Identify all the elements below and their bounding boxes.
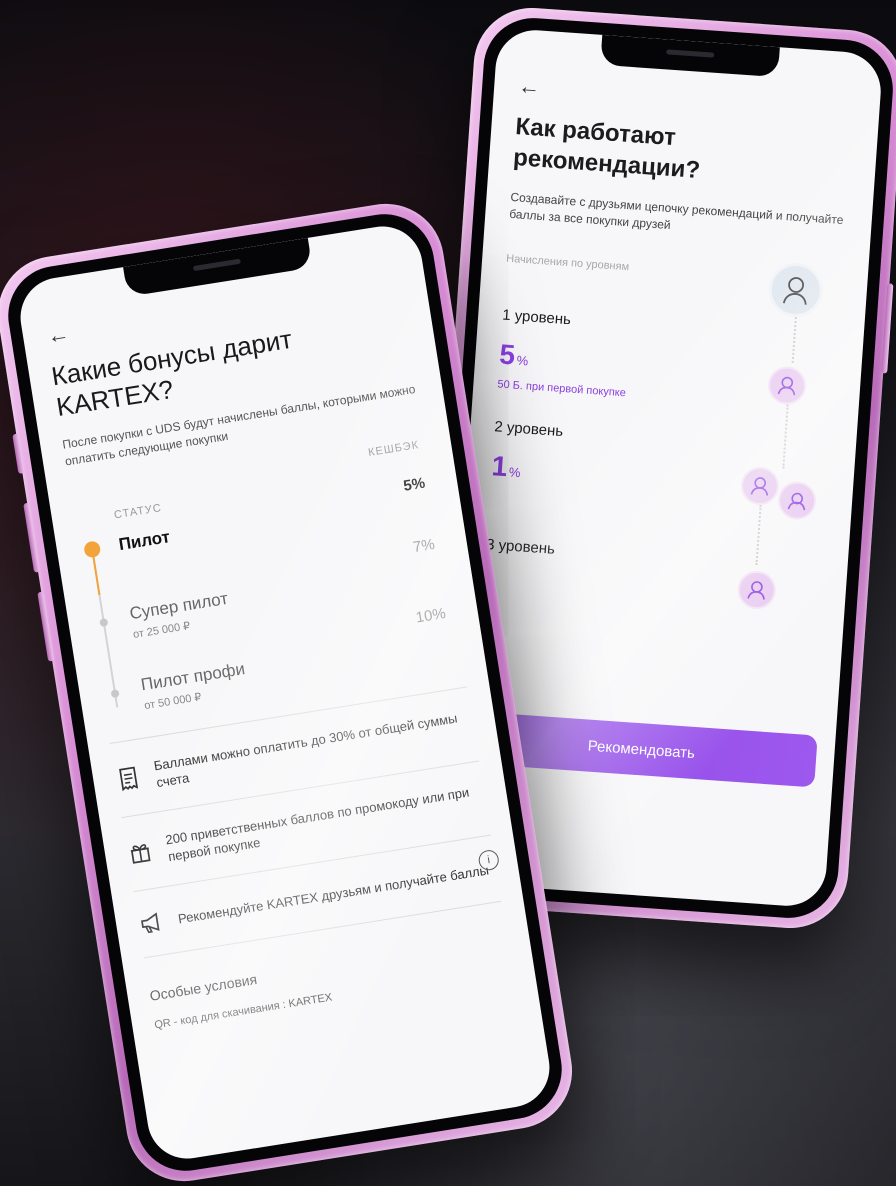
level-name: Пилот bbox=[117, 527, 172, 555]
level-name: Супер пилот bbox=[128, 588, 230, 624]
level-2-label: 2 уровень bbox=[493, 418, 564, 441]
status-levels: Кешбэк Статус Пилот 5% Супер пилот от 25… bbox=[70, 438, 465, 730]
level-cashback: 5% bbox=[402, 474, 427, 495]
level-name: Пилот профи bbox=[139, 659, 247, 695]
connector-line bbox=[791, 316, 797, 363]
level-1-label: 1 уровень bbox=[501, 306, 572, 329]
connector-line bbox=[782, 404, 789, 469]
friend-avatar-icon bbox=[736, 569, 778, 611]
power-button bbox=[881, 283, 894, 374]
volume-up-button bbox=[23, 502, 41, 573]
megaphone-icon bbox=[136, 908, 166, 938]
friend-avatar-icon bbox=[739, 465, 781, 507]
status-column-header: Статус bbox=[113, 502, 163, 522]
receipt-icon bbox=[114, 764, 144, 794]
level-3-label: 3 уровень bbox=[485, 536, 556, 558]
status-dot bbox=[99, 617, 109, 628]
volume-down-button bbox=[37, 591, 55, 662]
page-title: Как работают рекомендации? bbox=[512, 113, 701, 184]
level-cashback: 7% bbox=[411, 535, 436, 557]
connector-line bbox=[755, 504, 762, 565]
gift-icon bbox=[125, 838, 155, 868]
level-cashback: 10% bbox=[414, 605, 447, 627]
mute-switch bbox=[12, 433, 25, 474]
cashback-column-header: Кешбэк bbox=[367, 439, 420, 459]
level-1-note: 50 Б. при первой покупке bbox=[497, 378, 627, 400]
friend-avatar-icon bbox=[776, 480, 818, 521]
level-1-percent: 5% bbox=[498, 338, 529, 371]
status-dot-active bbox=[83, 540, 102, 559]
user-avatar-icon bbox=[766, 261, 825, 319]
phone-notch bbox=[600, 34, 780, 78]
referral-levels: Начисления по уровням 1 уровень 5% 50 Б.… bbox=[482, 223, 846, 626]
status-dot bbox=[110, 689, 120, 699]
level-2-percent: 1% bbox=[490, 450, 521, 483]
friend-avatar-icon bbox=[766, 365, 808, 406]
accrual-label: Начисления по уровням bbox=[505, 252, 630, 274]
